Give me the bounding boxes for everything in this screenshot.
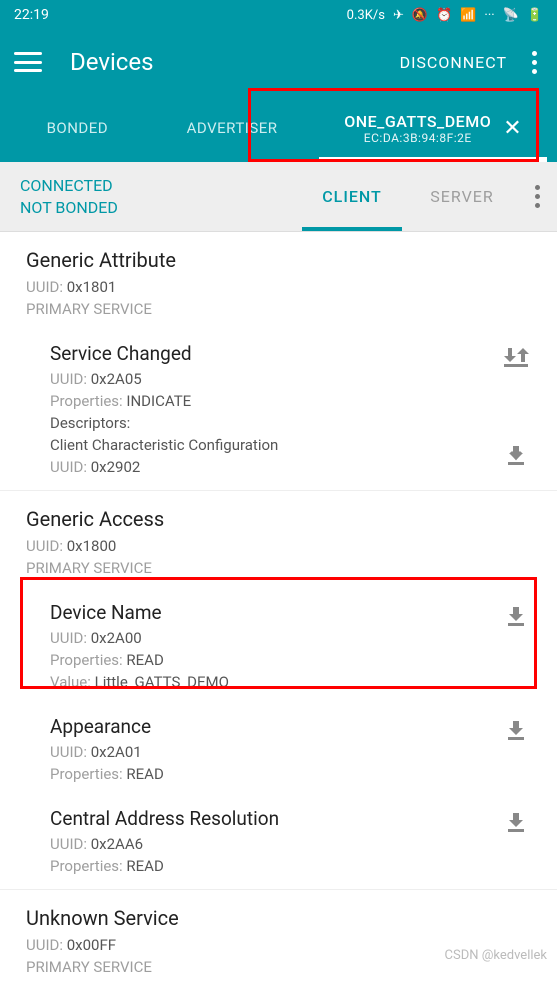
tab-bonded[interactable]: BONDED — [0, 94, 155, 162]
battery-icon: 🔋 — [527, 8, 543, 23]
clock: 22:19 — [14, 7, 49, 23]
signal-icon: 📶 — [460, 8, 476, 23]
connection-status: CONNECTED NOT BONDED — [0, 175, 297, 219]
annotation-box-tab — [248, 88, 539, 162]
annotation-box-device-name — [20, 577, 537, 689]
wifi-icon: 📡 — [503, 8, 519, 23]
disconnect-button[interactable]: DISCONNECT — [400, 53, 507, 72]
subbar-menu[interactable] — [517, 185, 557, 208]
char-central-address-resolution[interactable]: Central Address Resolution UUID: 0x2AA6 … — [0, 797, 557, 889]
status-right: 0.3K/s ✈ 🔕 ⏰ 📶 ··· 📡 🔋 — [347, 8, 543, 23]
dnd-icon: 🔕 — [412, 8, 428, 23]
net-speed: 0.3K/s — [347, 8, 385, 23]
page-title: Devices — [70, 48, 400, 76]
sub-bar: CONNECTED NOT BONDED CLIENT SERVER — [0, 162, 557, 232]
subtab-client[interactable]: CLIENT — [297, 162, 407, 231]
status-bar: 22:19 0.3K/s ✈ 🔕 ⏰ 📶 ··· 📡 🔋 — [0, 0, 557, 30]
char-appearance[interactable]: Appearance UUID: 0x2A01 Properties: READ — [0, 705, 557, 797]
download-icon[interactable] — [501, 807, 531, 837]
service-generic-access[interactable]: Generic Access UUID: 0x1800 PRIMARY SERV… — [0, 491, 557, 591]
subtab-server[interactable]: SERVER — [407, 162, 517, 231]
service-generic-attribute[interactable]: Generic Attribute UUID: 0x1801 PRIMARY S… — [0, 232, 557, 332]
download-icon[interactable] — [501, 715, 531, 745]
airplane-icon: ✈ — [393, 8, 404, 23]
alarm-icon: ⏰ — [436, 8, 452, 23]
indicate-icon[interactable] — [501, 342, 531, 372]
volte-icon: ··· — [484, 8, 494, 23]
menu-icon[interactable] — [14, 52, 42, 72]
service-unknown[interactable]: Unknown Service UUID: 0x00FF PRIMARY SER… — [0, 890, 557, 990]
watermark: CSDN @kedvellek — [445, 948, 547, 963]
download-icon[interactable] — [501, 440, 531, 470]
char-service-changed[interactable]: Service Changed UUID: 0x2A05 Properties:… — [0, 332, 557, 490]
overflow-menu-icon[interactable] — [525, 51, 543, 74]
